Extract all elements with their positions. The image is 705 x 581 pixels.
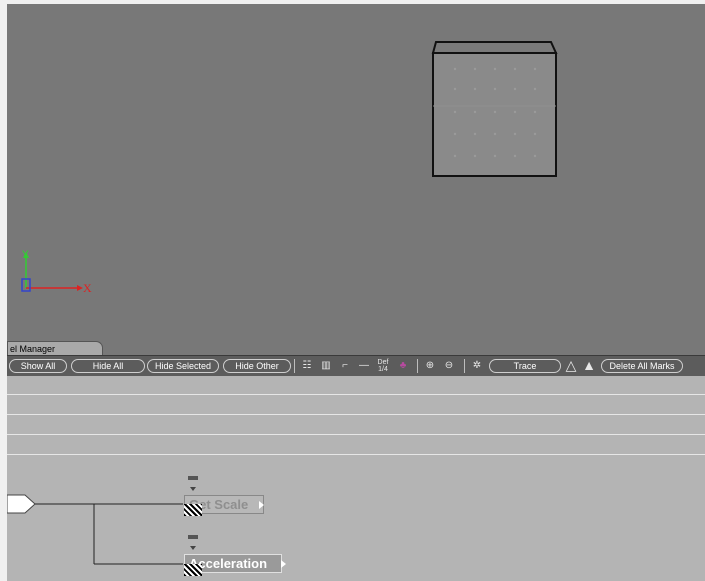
hide-selected-button[interactable]: Hide Selected — [147, 359, 219, 373]
columns-icon[interactable]: ▥ — [319, 359, 333, 372]
zoom-out-icon[interactable]: ⊖ — [441, 359, 457, 372]
def-sub-label: 1/4 — [378, 366, 388, 373]
toolbar-divider — [417, 359, 418, 373]
step-icon[interactable]: ⌐ — [338, 359, 352, 372]
hide-other-button[interactable]: Hide Other — [223, 359, 291, 373]
node-connections — [7, 494, 183, 565]
axis-gizmo: Y X — [21, 250, 92, 295]
line-icon[interactable]: — — [357, 359, 371, 372]
3d-viewport[interactable]: Y X — [7, 4, 705, 337]
node-status-icon — [184, 504, 202, 516]
axis-y-label: Y — [22, 250, 29, 262]
panel-tab-bar: el Manager — [7, 337, 705, 356]
mark-a-icon[interactable]: △ — [563, 358, 579, 372]
toolbar-divider — [294, 359, 295, 373]
node-arrow-icon — [190, 546, 196, 550]
sparkle-icon[interactable]: ✲ — [469, 359, 485, 372]
node-handle[interactable] — [188, 476, 198, 480]
graph-panel[interactable]: Get Scale Acceleration — [7, 376, 705, 581]
cube-object[interactable] — [425, 34, 565, 184]
hide-all-button[interactable]: Hide All — [71, 359, 145, 373]
toolbar-divider — [464, 359, 465, 373]
def-icon[interactable]: Def 1/4 — [375, 359, 391, 373]
node-status-icon — [184, 564, 202, 576]
layout-icon[interactable]: ☷ — [300, 359, 314, 372]
def-label: Def — [377, 359, 389, 366]
delete-all-marks-button[interactable]: Delete All Marks — [601, 359, 683, 373]
axis-x-label: X — [83, 281, 92, 295]
trace-button[interactable]: Trace — [489, 359, 561, 373]
zoom-in-icon[interactable]: ⊕ — [422, 359, 438, 372]
show-all-button[interactable]: Show All — [9, 359, 67, 373]
output-port-icon[interactable] — [281, 560, 286, 568]
mark-b-icon[interactable]: ▲ — [581, 358, 597, 372]
pin-icon[interactable]: ♣ — [396, 359, 410, 372]
manager-toolbar: Show All Hide All Hide Selected Hide Oth… — [7, 355, 705, 377]
tab-level-manager[interactable]: el Manager — [7, 341, 103, 356]
node-arrow-icon — [190, 487, 196, 491]
output-port-icon[interactable] — [259, 501, 264, 509]
node-handle[interactable] — [188, 535, 198, 539]
